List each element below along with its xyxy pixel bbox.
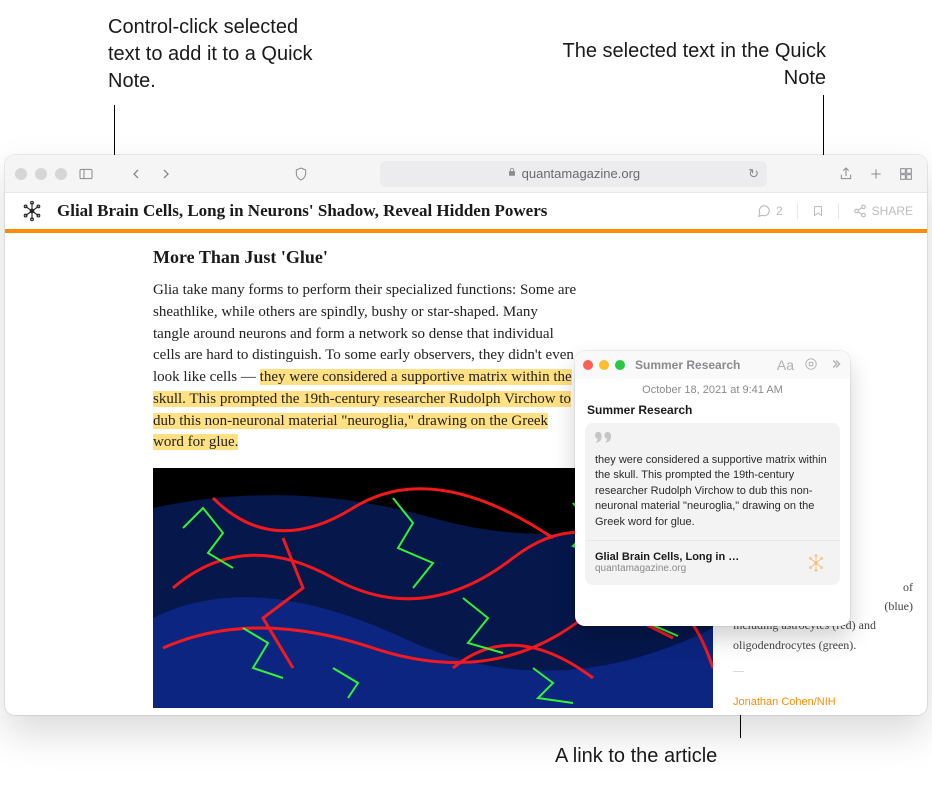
article-body: More Than Just 'Glue' Glia take many for… bbox=[5, 233, 927, 715]
text-format-icon[interactable]: Aa bbox=[777, 357, 794, 374]
minimize-window-icon[interactable] bbox=[35, 168, 47, 180]
maximize-window-icon[interactable] bbox=[55, 168, 67, 180]
section-title: More Than Just 'Glue' bbox=[153, 247, 927, 268]
callout-selected-text: The selected text in the Quick Note bbox=[556, 38, 826, 92]
image-credit[interactable]: Jonathan Cohen/NIH bbox=[733, 694, 913, 712]
share-button[interactable]: SHARE bbox=[853, 204, 913, 218]
quick-note-titlebar[interactable]: Summer Research Aa bbox=[575, 351, 850, 379]
quick-note-card: they were considered a supportive matrix… bbox=[585, 423, 840, 585]
close-window-icon[interactable] bbox=[15, 168, 27, 180]
comment-count: 2 bbox=[776, 204, 783, 218]
quick-note-action-icon[interactable] bbox=[804, 357, 818, 374]
callout-article-link: A link to the article bbox=[555, 743, 717, 770]
lock-icon bbox=[507, 167, 517, 180]
quick-note-window-title: Summer Research bbox=[635, 358, 769, 372]
new-tab-icon[interactable] bbox=[865, 163, 887, 185]
reload-icon[interactable]: ↻ bbox=[748, 166, 759, 182]
maximize-icon[interactable] bbox=[615, 360, 625, 370]
minimize-icon[interactable] bbox=[599, 360, 609, 370]
quick-note-link-url: quantamagazine.org bbox=[595, 563, 794, 574]
forward-icon[interactable] bbox=[155, 163, 177, 185]
article-headline: Glial Brain Cells, Long in Neurons' Shad… bbox=[57, 201, 757, 221]
safari-toolbar: quantamagazine.org ↻ bbox=[5, 155, 927, 193]
close-icon[interactable] bbox=[583, 360, 593, 370]
site-logo-icon bbox=[802, 549, 830, 577]
article-actions: 2 SHARE bbox=[757, 203, 913, 219]
safari-window: quantamagazine.org ↻ Glial Brain Cell bbox=[5, 155, 927, 715]
callout-control-click: Control-click selected text to add it to… bbox=[108, 14, 328, 95]
article-paragraph[interactable]: Glia take many forms to perform their sp… bbox=[153, 280, 578, 454]
chevron-right-icon[interactable] bbox=[828, 357, 842, 374]
address-bar[interactable]: quantamagazine.org ↻ bbox=[380, 161, 767, 187]
quote-icon bbox=[585, 423, 840, 449]
article-header-bar: Glial Brain Cells, Long in Neurons' Shad… bbox=[5, 193, 927, 233]
quick-note-note-title[interactable]: Summer Research bbox=[575, 401, 850, 423]
back-icon[interactable] bbox=[125, 163, 147, 185]
tab-overview-icon[interactable] bbox=[895, 163, 917, 185]
quick-note-link-title: Glial Brain Cells, Long in … bbox=[595, 551, 794, 563]
quick-note-timestamp: October 18, 2021 at 9:41 AM bbox=[575, 379, 850, 401]
site-logo-icon[interactable] bbox=[19, 198, 45, 224]
quick-note-quote-text[interactable]: they were considered a supportive matrix… bbox=[585, 449, 840, 540]
sidebar-toggle-icon[interactable] bbox=[75, 163, 97, 185]
share-icon[interactable] bbox=[835, 163, 857, 185]
url-display: quantamagazine.org bbox=[522, 166, 641, 181]
quick-note-window[interactable]: Summer Research Aa October 18, 2021 at 9… bbox=[575, 351, 850, 626]
quick-note-link[interactable]: Glial Brain Cells, Long in … quantamagaz… bbox=[585, 540, 840, 585]
window-traffic-lights[interactable] bbox=[15, 168, 67, 180]
comments-button[interactable]: 2 bbox=[757, 204, 783, 218]
bookmark-button[interactable] bbox=[812, 204, 824, 218]
privacy-report-icon[interactable] bbox=[290, 163, 312, 185]
share-label: SHARE bbox=[872, 204, 913, 218]
